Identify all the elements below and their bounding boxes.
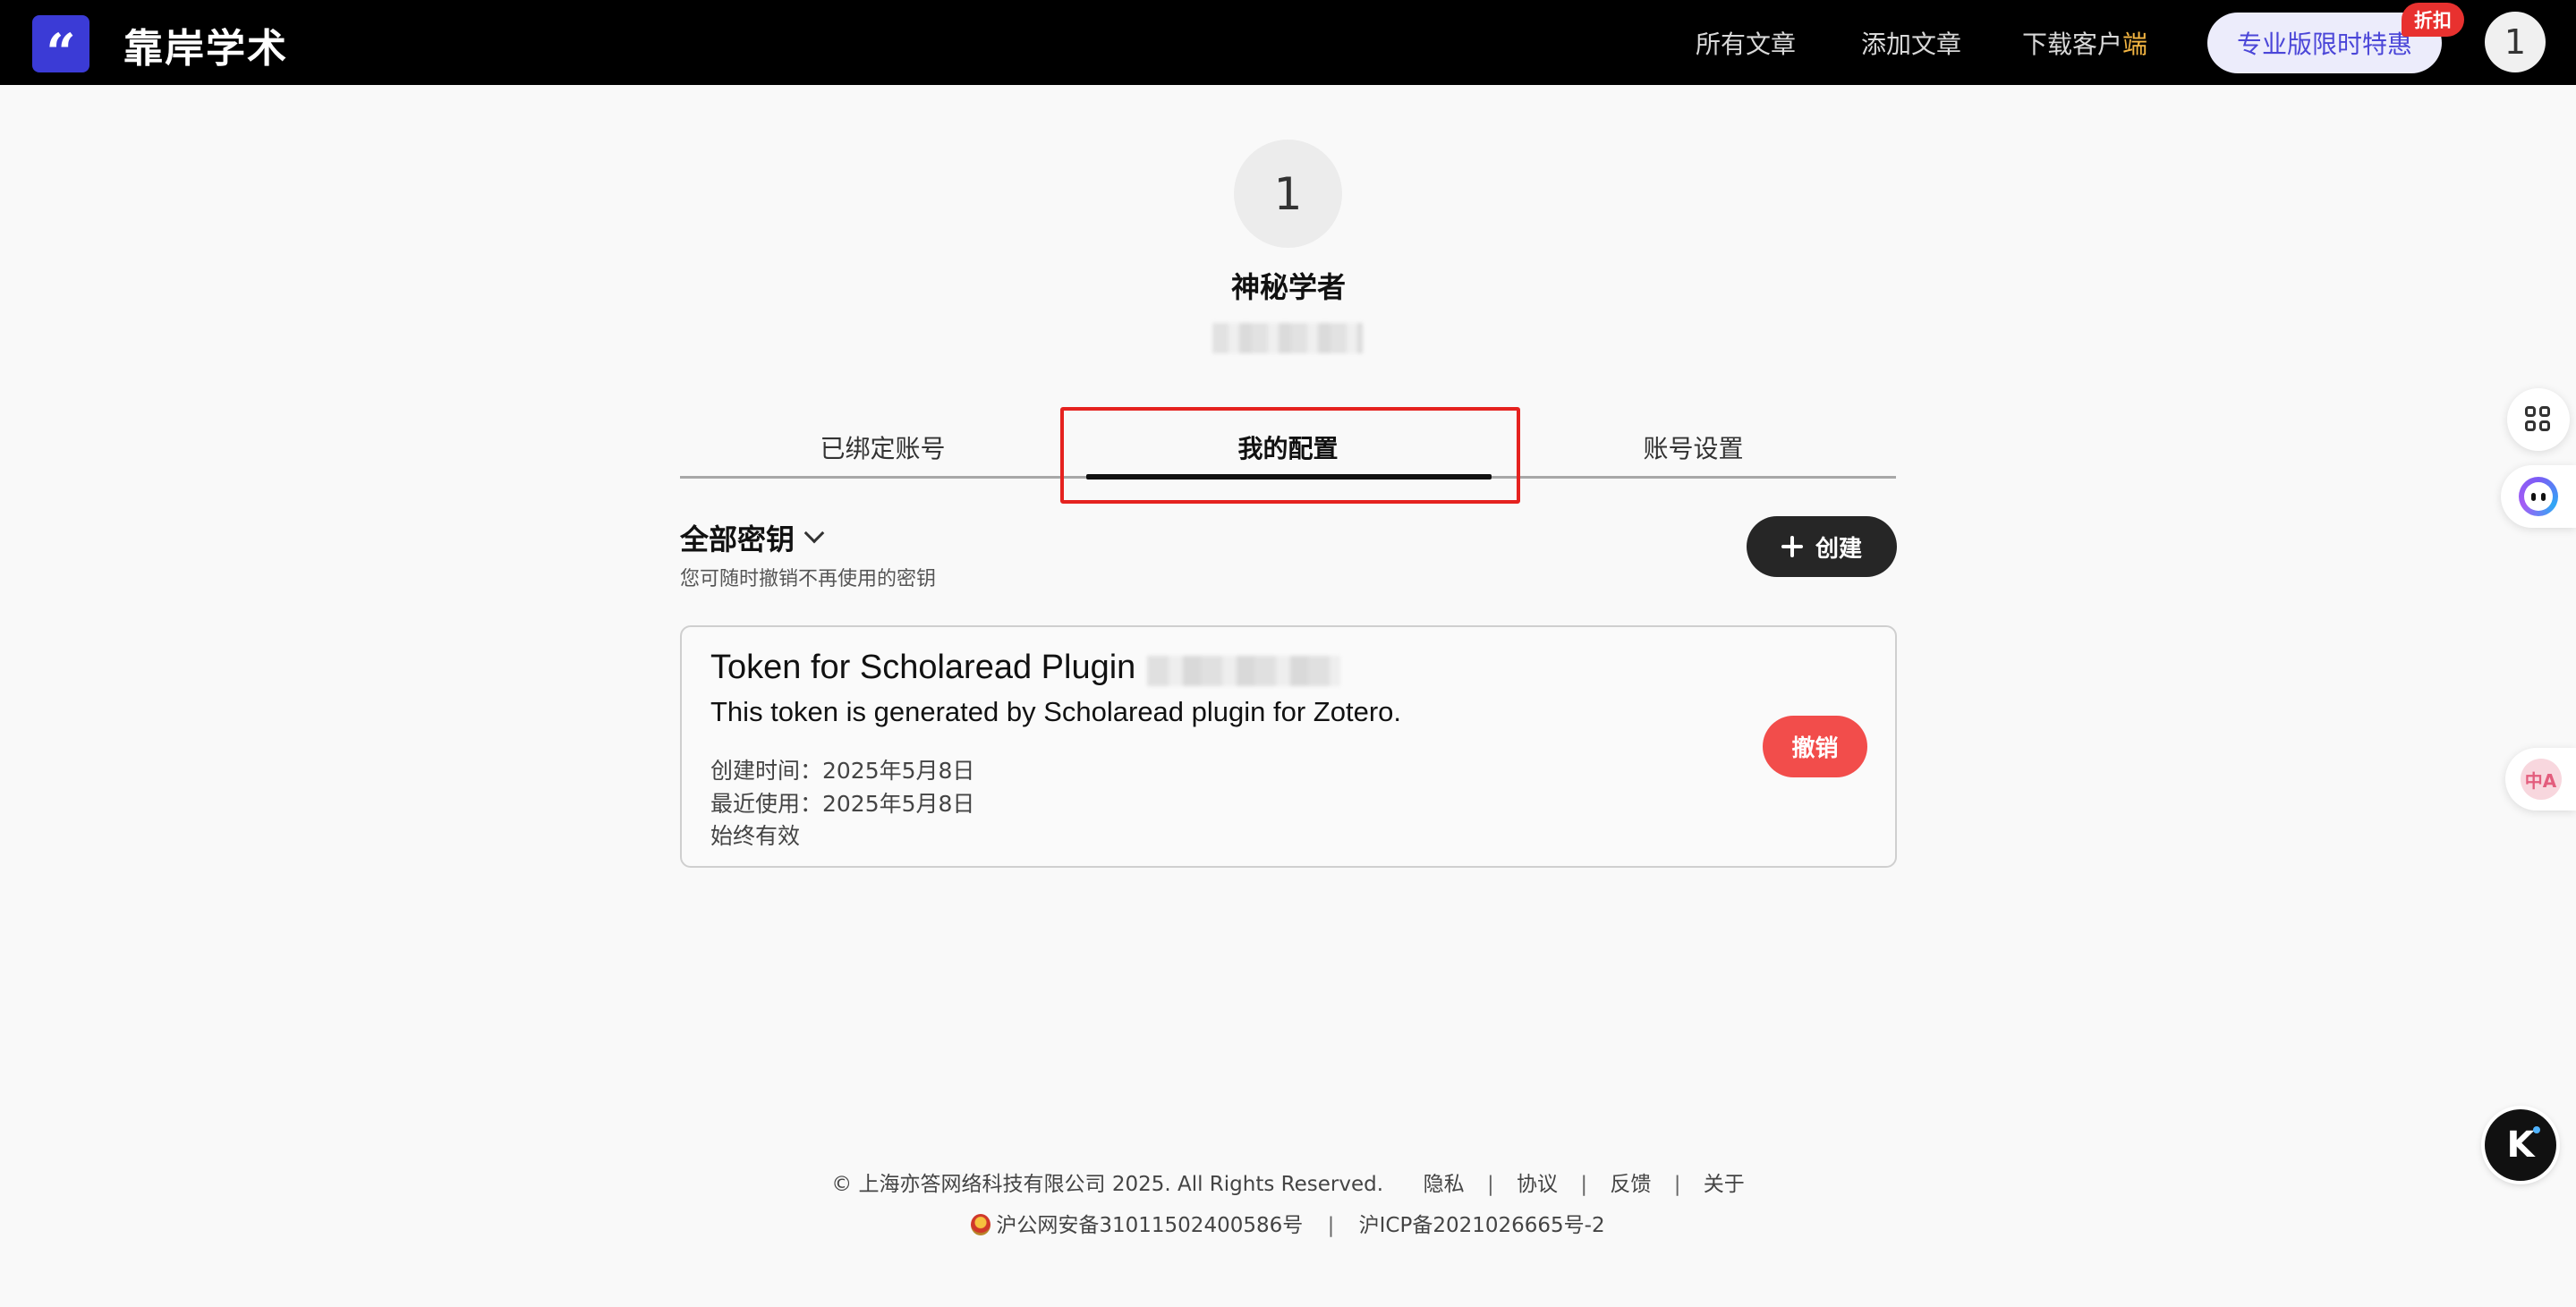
token-description: This token is generated by Scholaread pl… — [710, 696, 1402, 727]
token-created-time: 创建时间：2025年5月8日 — [710, 758, 975, 784]
create-key-button[interactable]: 创建 — [1747, 516, 1897, 577]
user-avatar[interactable]: 1 — [2485, 12, 2546, 72]
nav-download-client[interactable]: 下载客户端 — [2022, 25, 2147, 61]
create-key-label: 创建 — [1815, 535, 1862, 563]
token-validity: 始终有效 — [710, 823, 801, 849]
footer-link-agreement[interactable]: 协议 — [1517, 1173, 1558, 1196]
footer-icp-record[interactable]: 沪ICP备2021026665号-2 — [1359, 1214, 1605, 1237]
side-assistant-button[interactable] — [2501, 465, 2576, 528]
nav-all-articles[interactable]: 所有文章 — [1696, 25, 1796, 61]
plus-icon — [1781, 536, 1803, 557]
k-logo-icon: K — [2507, 1125, 2540, 1166]
police-badge-icon — [971, 1214, 991, 1235]
profile-avatar: 1 — [1234, 140, 1342, 248]
token-redacted-value — [1147, 656, 1340, 686]
footer-records-row: 沪公网安备31011502400586号 | 沪ICP备2021026665号-… — [0, 1208, 2576, 1238]
keys-hint: 您可随时撤销不再使用的密钥 — [680, 568, 937, 590]
brand-name[interactable]: 靠岸学术 — [123, 16, 288, 73]
highlight-annotation-box — [1060, 407, 1520, 504]
keys-filter-dropdown[interactable]: 全部密钥 — [680, 517, 825, 558]
assistant-bot-icon — [2519, 477, 2558, 516]
chevron-down-icon — [803, 522, 825, 544]
logo-quote-icon[interactable]: “ — [32, 15, 89, 79]
token-last-used: 最近使用：2025年5月8日 — [710, 791, 975, 817]
translate-icon: 中A — [2520, 759, 2562, 800]
token-name: Token for Scholaread Plugin — [710, 649, 1136, 686]
footer-police-record[interactable]: 沪公网安备31011502400586号 — [996, 1214, 1303, 1237]
nav-download-client-accent: 端 — [2122, 30, 2148, 59]
footer-link-about[interactable]: 关于 — [1704, 1173, 1745, 1196]
top-navigation-bar: “ 靠岸学术 所有文章 添加文章 下载客户端 专业版限时特惠 折扣 1 — [0, 0, 2576, 85]
side-apps-button[interactable] — [2507, 388, 2570, 451]
keys-title: 全部密钥 — [680, 522, 795, 556]
nav-add-article[interactable]: 添加文章 — [1861, 25, 1961, 61]
side-translate-button[interactable]: 中A — [2505, 748, 2576, 811]
tab-bound-accounts[interactable]: 已绑定账号 — [680, 429, 1085, 465]
profile-redacted-id — [1212, 323, 1363, 353]
footer-link-feedback[interactable]: 反馈 — [1610, 1173, 1651, 1196]
profile-name: 神秘学者 — [1230, 270, 1346, 304]
tab-account-settings[interactable]: 账号设置 — [1491, 429, 1896, 465]
footer-link-privacy[interactable]: 隐私 — [1424, 1173, 1465, 1196]
discount-badge: 折扣 — [2402, 3, 2464, 37]
nav-download-client-text: 下载客户 — [2022, 30, 2123, 59]
footer-links-row: © 上海亦答网络科技有限公司 2025. All Rights Reserved… — [831, 1173, 1745, 1196]
apps-grid-icon — [2525, 406, 2552, 433]
revoke-token-button[interactable]: 撤销 — [1763, 716, 1867, 777]
footer-copyright: © 上海亦答网络科技有限公司 2025. All Rights Reserved… — [831, 1173, 1384, 1196]
